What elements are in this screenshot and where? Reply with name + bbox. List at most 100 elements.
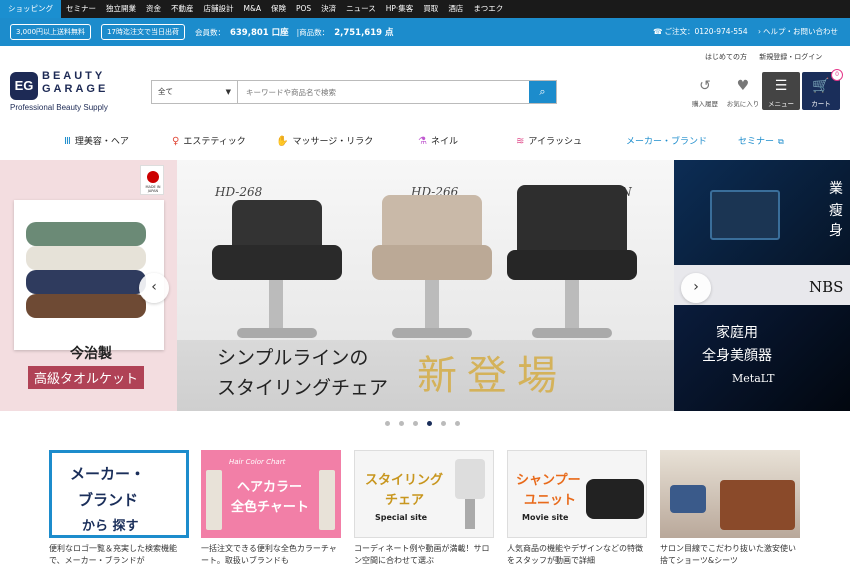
card-chair-title1: スタイリング — [365, 473, 444, 488]
tab-hp[interactable]: HP·集客 — [381, 0, 419, 18]
card-hair-color-image: Hair Color Chart ヘアカラー 全色チャート — [201, 450, 341, 538]
carousel-dot-2[interactable] — [399, 421, 404, 426]
card-hair-color-desc: 一括注文できる便利な全色カラーチャート。取扱いブランドも — [201, 544, 337, 565]
card-disposable[interactable]: サロン目線でこだわり抜いた激安使い捨てショーツ&シーツ — [660, 450, 800, 567]
category-seminar-label: セミナー — [738, 137, 775, 147]
favorite-button[interactable]: ♥ お気に入り — [724, 72, 762, 110]
cart-label: カート — [811, 100, 831, 108]
category-maker-label: メーカー・ブランド — [626, 137, 708, 147]
device-text-2: 瘦身 — [829, 203, 843, 239]
heart-icon: ♥ — [736, 78, 750, 94]
tab-store-design[interactable]: 店舗設計 — [199, 0, 239, 18]
chair-base — [237, 328, 317, 338]
tab-eyelash[interactable]: まつエク — [468, 0, 508, 18]
search-button[interactable]: ⌕ — [529, 81, 556, 103]
category-esthetic[interactable]: ♀ エステティック — [172, 134, 246, 147]
card-maker-title2: ブランド — [78, 491, 139, 509]
tab-ma[interactable]: M&A — [239, 0, 266, 18]
beginner-link[interactable]: はじめての方 — [705, 53, 747, 61]
card-disposable-image — [660, 450, 800, 538]
model-hd268: HD-268 — [215, 185, 263, 199]
help-link[interactable]: ヘルプ・お問い合わせ — [763, 27, 838, 36]
device-screen — [710, 190, 780, 240]
carousel-dot-3[interactable] — [413, 421, 418, 426]
member-value: 639,801 口座 — [229, 28, 289, 38]
category-massage[interactable]: ✋ マッサージ・リラク — [276, 134, 373, 147]
tab-funds[interactable]: 资金 — [141, 0, 166, 18]
tab-independent[interactable]: 独立開業 — [101, 0, 141, 18]
category-nail[interactable]: ⚗ ネイル — [418, 134, 458, 147]
favorite-label: お気に入り — [726, 100, 760, 108]
card-hair-color-title2: 全色チャート — [231, 500, 309, 515]
product-label: |商品数： — [296, 28, 330, 37]
tab-sake[interactable]: 酒店 — [443, 0, 468, 18]
made-in-japan-label: MADE IN JAPAN — [145, 185, 161, 193]
cart-badge: 0 — [831, 69, 843, 81]
tab-shopping[interactable]: ショッピング — [0, 0, 61, 18]
card-styling-chair-desc: コーディネート例や動画が満載！サロン空間に合わせて選ぶ — [354, 544, 490, 565]
slide-styling-chair[interactable]: HD-268 HD-266 DAN シンプルラインの スタイリングチェア 新登場 — [177, 160, 674, 411]
banner-copy-line2: スタイリングチェア — [217, 377, 389, 399]
category-hair[interactable]: Ⅲ 理美容・ヘア — [64, 134, 129, 147]
nail-polish-icon: ⚗ — [418, 136, 427, 147]
tab-seminar[interactable]: セミナー — [61, 0, 101, 18]
chevron-right-icon: › — [693, 279, 699, 295]
banner-copy-line1: シンプルラインの — [217, 347, 369, 369]
card-shampoo-desc: 人気商品の機能やデザインなどの特徴をスタッフが動画で詳細 — [507, 544, 643, 565]
logo-line1: BEAUTY — [42, 70, 106, 82]
tab-payment[interactable]: 決済 — [316, 0, 341, 18]
phone-number[interactable]: ご注文：0120-974-554 — [664, 27, 747, 36]
card-maker-brand[interactable]: メーカー・ ブランド から 探す 便利なロゴ一覧＆充実した検索機能で、メーカー・… — [49, 450, 189, 567]
menu-label: メニュー — [768, 100, 794, 108]
card-hair-color[interactable]: Hair Color Chart ヘアカラー 全色チャート 一括注文できる便利な… — [201, 450, 341, 567]
tab-pos[interactable]: POS — [291, 0, 316, 18]
carousel-dot-5[interactable] — [441, 421, 446, 426]
card-chair-sub: Special site — [375, 513, 428, 522]
category-massage-label: マッサージ・リラク — [292, 137, 374, 147]
card-maker-image: メーカー・ ブランド から 探す — [49, 450, 189, 538]
card-shampoo-title2: ユニット — [524, 493, 577, 508]
card-chair-title2: チェア — [385, 493, 425, 508]
home-device-label1: 家庭用 — [716, 325, 758, 341]
logo[interactable]: EG BEAUTY GARAGE Professional Beauty Sup… — [10, 70, 130, 116]
carousel-dot-6[interactable] — [455, 421, 460, 426]
card-styling-chair[interactable]: スタイリング チェア Special site コーディネート例や動画が満載！サ… — [354, 450, 494, 567]
login-link[interactable]: 新規登録・ログイン — [759, 53, 822, 61]
category-seminar[interactable]: セミナー ⧉ — [738, 134, 788, 147]
category-esthetic-label: エステティック — [183, 137, 246, 147]
chair-thumb-back — [455, 459, 485, 499]
tab-news[interactable]: ニュース — [341, 0, 381, 18]
tab-realestate[interactable]: 不動産 — [166, 0, 199, 18]
search-category-select[interactable]: 全て ▼ — [152, 81, 238, 103]
category-maker[interactable]: メーカー・ブランド — [626, 134, 707, 147]
chair-hd268 — [207, 200, 347, 345]
carousel-prev-button[interactable]: ‹ — [139, 273, 169, 303]
menu-button[interactable]: ☰ メニュー — [762, 72, 800, 110]
category-eyelash[interactable]: ≋ アイラッシュ — [516, 134, 582, 147]
same-day-pill[interactable]: 17時迄注文で当日出荷 — [101, 24, 185, 40]
chair-base — [532, 328, 612, 338]
tab-insurance[interactable]: 保険 — [266, 0, 291, 18]
chair-pole — [269, 280, 283, 330]
color-tube-right — [319, 470, 335, 530]
logo-line2: GARAGE — [42, 83, 109, 95]
carousel-dot-4[interactable] — [427, 421, 432, 426]
tab-buy[interactable]: 買取 — [418, 0, 443, 18]
logo-subtitle: Professional Beauty Supply — [10, 103, 108, 112]
japan-flag-badge: MADE IN JAPAN — [140, 165, 164, 195]
phone-icon: ☎ — [653, 27, 663, 36]
history-button[interactable]: ↺ 購入履歴 — [686, 72, 724, 110]
carousel-next-button[interactable]: › — [681, 273, 711, 303]
card-shampoo-unit[interactable]: シャンプー ユニット Movie site 人気商品の機能やデザインなどの特徴を… — [507, 450, 647, 567]
towel-photo — [14, 200, 164, 350]
towel-green — [26, 222, 146, 246]
search-input[interactable] — [238, 81, 529, 103]
cart-button[interactable]: 🛒 カート 0 — [802, 69, 843, 110]
card-maker-title3: から 探す — [82, 519, 139, 534]
imabari-label: 今治製 — [70, 346, 112, 362]
banner-carousel: MADE IN JAPAN 今治製 高級タオルケット HD-268 HD-266… — [0, 160, 850, 411]
eyelash-icon: ≋ — [516, 136, 525, 147]
hamburger-icon: ☰ — [774, 78, 788, 94]
carousel-dot-1[interactable] — [385, 421, 390, 426]
free-shipping-pill[interactable]: 3,000円以上送料無料 — [10, 24, 92, 40]
